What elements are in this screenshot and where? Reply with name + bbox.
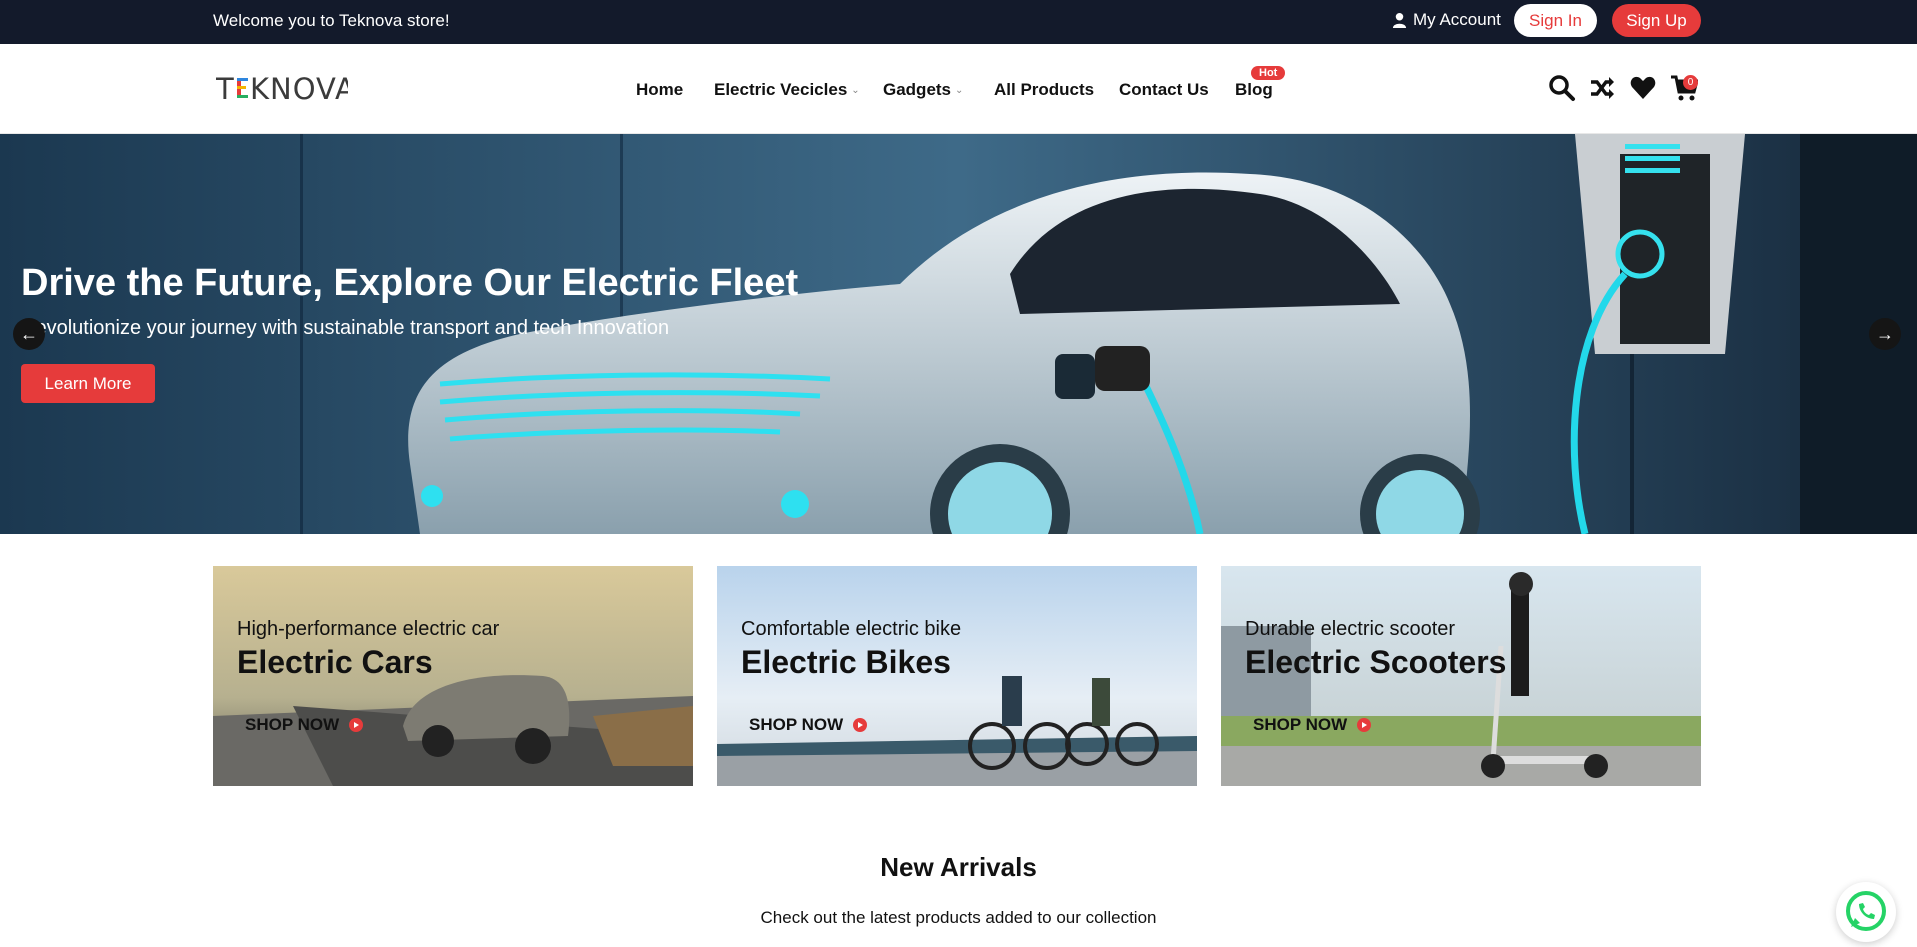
nav-blog-label: Blog [1235, 80, 1273, 99]
user-icon [1392, 12, 1407, 28]
sign-up-button[interactable]: Sign Up [1612, 4, 1701, 37]
play-icon [1357, 718, 1372, 732]
card-title: Electric Cars [237, 644, 433, 680]
site-logo[interactable]: T KNOVA [215, 72, 355, 114]
hero-subtitle: Revolutionize your journey with sustaina… [21, 317, 670, 339]
nav-contact-us-label: Contact Us [1119, 80, 1209, 99]
chevron-down-icon: ⌄ [955, 84, 964, 96]
my-account-link[interactable]: My Account [1392, 10, 1501, 30]
shop-now-label: SHOP NOW [1253, 715, 1348, 734]
category-card-bikes[interactable]: Comfortable electric bike Electric Bikes… [717, 566, 1197, 786]
svg-text:T: T [216, 72, 234, 106]
new-arrivals-subtitle: Check out the latest products added to o… [760, 908, 1157, 927]
nav-home-label: Home [636, 80, 684, 99]
arrow-right-icon[interactable]: → [1869, 318, 1901, 350]
shop-now-link[interactable]: SHOP NOW [1253, 715, 1372, 735]
nav-electric-vehicles[interactable]: Electric Vecicles ⌄ [714, 80, 860, 100]
whatsapp-icon[interactable] [1836, 882, 1896, 942]
main-header: T KNOVA Home Electric Vecicles ⌄ Gadgets ⌄… [0, 44, 1917, 134]
shop-now-label: SHOP NOW [749, 715, 844, 734]
card-title: Electric Scooters [1245, 644, 1507, 680]
hot-badge: Hot [1251, 66, 1286, 80]
heart-icon[interactable] [1629, 74, 1657, 107]
arrow-left-icon[interactable]: ← [13, 318, 45, 350]
shop-now-label: SHOP NOW [245, 715, 340, 734]
new-arrivals-title: New Arrivals [880, 852, 1037, 882]
nav-all-products-label: All Products [994, 80, 1095, 99]
nav-gadgets[interactable]: Gadgets ⌄ [883, 80, 963, 100]
nav-home[interactable]: Home [636, 80, 683, 100]
search-icon[interactable] [1548, 74, 1576, 107]
nav-electric-vehicles-label: Electric Vecicles [714, 80, 848, 99]
card-subtitle: High-performance electric car [237, 618, 500, 640]
hero-banner: Drive the Future, Explore Our Electric F… [0, 134, 1917, 534]
nav-contact-us[interactable]: Contact Us [1119, 80, 1209, 100]
chevron-down-icon: ⌄ [851, 84, 860, 96]
shop-now-link[interactable]: SHOP NOW [749, 715, 868, 735]
nav-gadgets-label: Gadgets [883, 80, 952, 99]
shuffle-icon[interactable] [1588, 74, 1616, 107]
card-title: Electric Bikes [741, 644, 951, 680]
card-subtitle: Comfortable electric bike [741, 618, 962, 640]
hero-title: Drive the Future, Explore Our Electric F… [21, 262, 799, 304]
sign-in-button[interactable]: Sign In [1514, 4, 1597, 37]
card-subtitle: Durable electric scooter [1245, 618, 1456, 640]
category-card-scooters[interactable]: Durable electric scooter Electric Scoote… [1221, 566, 1701, 786]
welcome-text: Welcome you to Teknova store! [213, 11, 450, 30]
shop-now-link[interactable]: SHOP NOW [245, 715, 364, 735]
teknova-logo-mark: T KNOVA [215, 72, 355, 106]
nav-all-products[interactable]: All Products [994, 80, 1094, 100]
my-account-label: My Account [1413, 10, 1501, 29]
cart-count-badge: 0 [1683, 75, 1698, 90]
nav-blog[interactable]: Blog [1235, 80, 1273, 100]
category-card-cars[interactable]: High-performance electric car Electric C… [213, 566, 693, 786]
play-icon [349, 718, 364, 732]
top-bar: Welcome you to Teknova store! My Account… [0, 0, 1917, 44]
play-icon [853, 718, 868, 732]
learn-more-button[interactable]: Learn More [21, 364, 155, 403]
svg-text:KNOVA: KNOVA [250, 72, 348, 106]
